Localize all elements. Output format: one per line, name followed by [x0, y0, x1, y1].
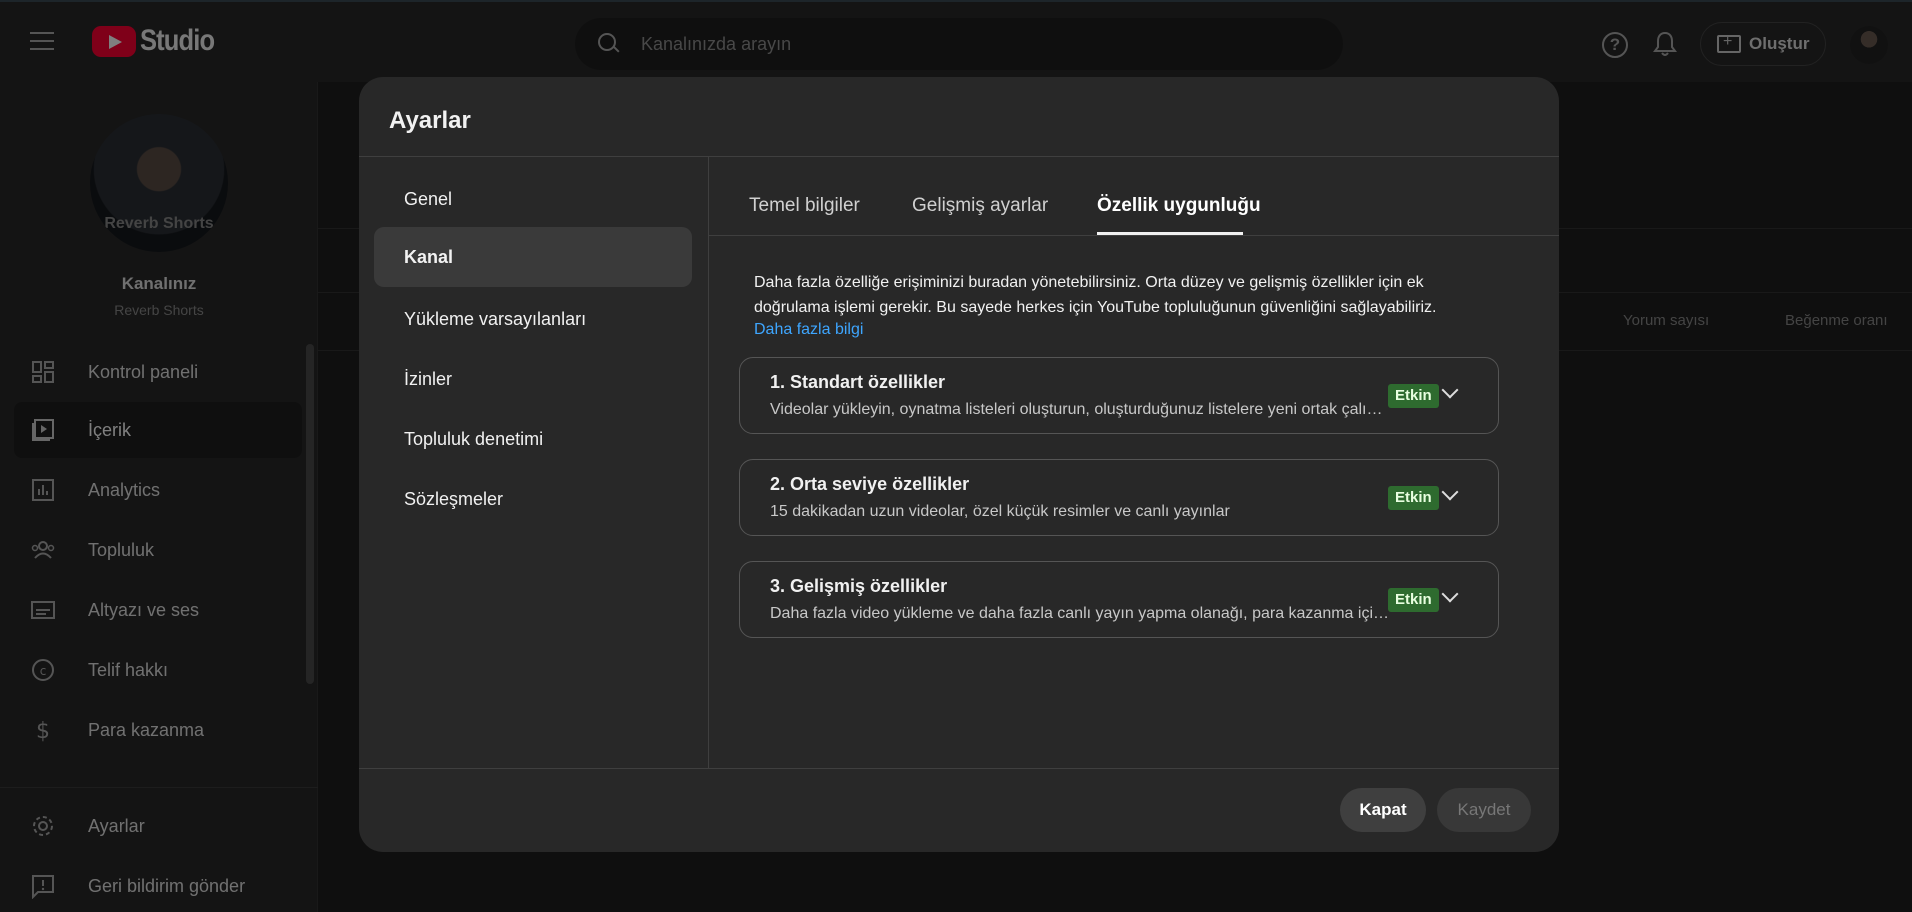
status-badge: Etkin [1388, 486, 1439, 510]
tab-advanced-settings[interactable]: Gelişmiş ayarlar [912, 195, 1048, 217]
feature-card-title: 1. Standart özellikler [770, 372, 946, 392]
feature-card-intermediate[interactable]: 2. Orta seviye özellikler 15 dakikadan u… [739, 459, 1499, 536]
status-badge: Etkin [1388, 588, 1439, 612]
settings-menu-channel[interactable]: Kanal [374, 227, 692, 287]
feature-card-title: 2. Orta seviye özellikler [770, 474, 970, 494]
tab-feature-eligibility[interactable]: Özellik uygunluğu [1097, 195, 1261, 217]
active-tab-indicator [1097, 232, 1243, 235]
settings-menu-community-moderation[interactable]: Topluluk denetimi [374, 409, 692, 469]
feature-description: Daha fazla özelliğe erişiminizi buradan … [754, 274, 1437, 316]
tabs-divider [709, 235, 1559, 236]
settings-menu-agreements[interactable]: Sözleşmeler [374, 469, 692, 529]
dialog-divider [359, 156, 1559, 157]
settings-menu-permissions[interactable]: İzinler [374, 349, 692, 409]
status-badge: Etkin [1388, 384, 1439, 408]
close-button[interactable]: Kapat [1340, 788, 1426, 832]
feature-card-title: 3. Gelişmiş özellikler [770, 576, 948, 596]
tab-basic-info[interactable]: Temel bilgiler [749, 195, 860, 217]
feature-card-advanced[interactable]: 3. Gelişmiş özellikler Daha fazla video … [739, 561, 1499, 638]
chevron-down-icon[interactable] [1441, 585, 1459, 603]
learn-more-link[interactable]: Daha fazla bilgi [754, 321, 863, 339]
settings-menu-general[interactable]: Genel [374, 169, 692, 229]
settings-dialog: Ayarlar Genel Kanal Yükleme varsayılanla… [359, 77, 1559, 852]
feature-card-subtitle: Daha fazla video yükleme ve daha fazla c… [770, 605, 1390, 622]
dialog-footer-divider [359, 768, 1559, 769]
save-button[interactable]: Kaydet [1437, 788, 1531, 832]
chevron-down-icon[interactable] [1441, 483, 1459, 501]
chevron-down-icon[interactable] [1441, 381, 1459, 399]
dialog-divider [708, 157, 709, 768]
feature-card-subtitle: Videolar yükleyin, oynatma listeleri olu… [770, 401, 1390, 418]
settings-menu-upload-defaults[interactable]: Yükleme varsayılanları [374, 289, 692, 349]
feature-card-standard[interactable]: 1. Standart özellikler Videolar yükleyin… [739, 357, 1499, 434]
dialog-title: Ayarlar [389, 107, 471, 134]
feature-card-subtitle: 15 dakikadan uzun videolar, özel küçük r… [770, 503, 1230, 520]
